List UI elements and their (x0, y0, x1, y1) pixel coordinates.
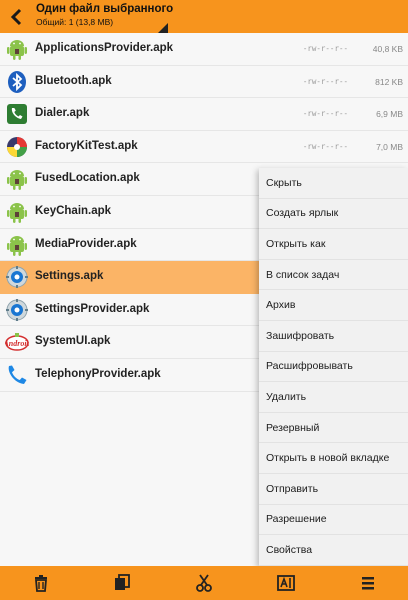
menu-item[interactable]: Зашифровать (259, 321, 408, 352)
menu-item[interactable]: Скрыть (259, 168, 408, 199)
file-name: Dialer.apk (35, 107, 90, 120)
selection-header: Один файл выбранного Общий: 1 (13,8 MB) (0, 0, 408, 33)
context-menu: Скрыть Создать ярлык Открыть как В список з… (259, 168, 408, 566)
file-permissions: -rw-r--r-- (302, 76, 348, 86)
android-icon (5, 200, 29, 224)
delete-icon[interactable] (31, 573, 51, 593)
menu-item[interactable]: Отправить (259, 474, 408, 505)
file-name: Settings.apk (35, 270, 104, 283)
bottom-toolbar (0, 566, 408, 600)
back-arrow-icon[interactable] (6, 6, 28, 28)
menu-item[interactable]: Открыть как (259, 229, 408, 260)
menu-item[interactable]: Разрешение (259, 505, 408, 536)
menu-item[interactable]: Создать ярлык (259, 199, 408, 230)
file-name: KeyChain.apk (35, 204, 112, 217)
menu-item[interactable]: Архив (259, 290, 408, 321)
android-icon (5, 167, 29, 191)
menu-item[interactable]: Открыть в новой вкладке (259, 443, 408, 474)
file-name: SettingsProvider.apk (35, 302, 150, 315)
file-permissions: -rw-r--r-- (302, 109, 348, 119)
file-name: Bluetooth.apk (35, 74, 112, 87)
file-size: 6,9 MB (376, 109, 403, 120)
menu-item[interactable]: В список задач (259, 260, 408, 291)
file-name: TelephonyProvider.apk (35, 367, 161, 380)
file-permissions: -rw-r--r-- (302, 44, 348, 53)
menu-item[interactable]: Резервный (259, 413, 408, 444)
file-size: 812 KB (375, 76, 403, 87)
dropdown-corner-icon (158, 23, 168, 33)
file-name: FusedLocation.apk (35, 172, 140, 185)
phone-handset-icon (5, 363, 29, 387)
android-icon (5, 37, 29, 61)
bluetooth-icon (5, 70, 29, 94)
file-size: 40,8 KB (372, 44, 403, 54)
copy-icon[interactable] (112, 573, 132, 593)
header-title: Один файл выбранного (36, 3, 174, 15)
file-row[interactable]: Bluetooth.apk -rw-r--r-- 812 KB (0, 66, 408, 99)
file-row[interactable]: FactoryKitTest.apk -rw-r--r-- 7,0 MB (0, 131, 408, 164)
android-logo-icon: Android (2, 330, 32, 354)
file-name: MediaProvider.apk (35, 237, 137, 250)
settings-gear-icon (5, 265, 29, 289)
file-row[interactable]: Dialer.apk -rw-r--r-- 6,9 MB (0, 98, 408, 131)
menu-item[interactable]: Свойства (259, 535, 408, 566)
rename-icon[interactable] (276, 573, 296, 593)
android-icon (5, 233, 29, 257)
more-icon[interactable] (358, 573, 378, 593)
menu-item[interactable]: Удалить (259, 382, 408, 413)
file-name: ApplicationsProvider.apk (35, 42, 174, 54)
header-subtitle: Общий: 1 (13,8 MB) (36, 17, 114, 27)
file-permissions: -rw-r--r-- (302, 141, 348, 151)
file-name: FactoryKitTest.apk (35, 139, 138, 152)
svg-text:Android: Android (5, 339, 29, 348)
file-name: SystemUI.apk (35, 335, 111, 348)
cut-icon[interactable] (194, 573, 214, 593)
menu-item[interactable]: Расшифровывать (259, 352, 408, 383)
file-row[interactable]: ApplicationsProvider.apk -rw-r--r-- 40,8 K… (0, 33, 408, 66)
factory-kit-icon (5, 135, 29, 159)
settings-gear-icon (5, 298, 29, 322)
phone-icon (5, 102, 29, 126)
file-size: 7,0 MB (376, 141, 403, 152)
